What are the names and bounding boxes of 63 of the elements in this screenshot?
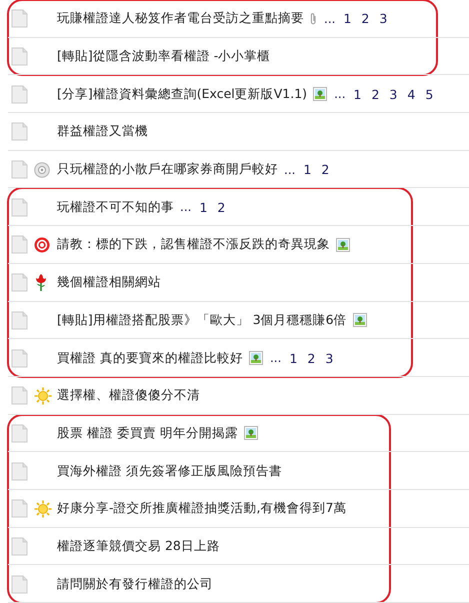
page-link[interactable]: 3 <box>389 86 398 102</box>
topic-title[interactable]: [轉貼]用權證搭配股票》「歐大」 3個月穩穩賺6倍 <box>57 312 347 329</box>
topic-title[interactable]: 股票 權證 委買賣 明年分開揭露 <box>57 424 238 442</box>
page-link[interactable]: 2 <box>361 11 370 26</box>
document-icon <box>11 499 28 518</box>
ellipsis: ... <box>334 87 346 102</box>
document-icon <box>11 310 28 330</box>
image-icon <box>244 426 258 440</box>
document-icon <box>11 273 28 292</box>
document-icon <box>11 9 28 28</box>
image-icon <box>313 87 328 102</box>
disc-icon <box>34 162 50 178</box>
document-icon <box>11 122 28 142</box>
image-icon <box>248 351 263 366</box>
page-link[interactable]: 3 <box>325 350 334 366</box>
topic-title[interactable]: 選擇權、權證傻傻分不清 <box>57 387 200 404</box>
document-icon <box>11 160 28 180</box>
page-link[interactable]: 1 <box>343 11 352 26</box>
page-link[interactable]: 2 <box>217 200 226 215</box>
topic-title[interactable]: 玩賺權證達人秘笈作者電台受訪之重點摘要 <box>57 10 304 28</box>
document-icon <box>11 386 28 406</box>
topic-title[interactable]: 幾個權證相關網站 <box>57 274 161 292</box>
document-icon <box>11 47 28 66</box>
document-icon <box>11 574 28 594</box>
topic-title[interactable]: 請教：標的下跌，認售權證不漲反跌的奇異現象 <box>57 236 330 254</box>
topic-title[interactable]: 只玩權證的小散戶在哪家券商開戶較好 <box>57 161 278 178</box>
lifebuoy-icon <box>34 236 50 253</box>
topic-title[interactable]: 玩權證不可不知的事 <box>57 198 174 216</box>
page-link[interactable]: 2 <box>321 162 330 178</box>
page-link[interactable]: 2 <box>307 350 316 366</box>
topic-title[interactable]: 好康分享-證交所推廣權證抽獎活動,有機會得到7萬 <box>57 500 346 518</box>
document-icon <box>11 84 28 104</box>
topic-title[interactable]: 買權證 真的要寶來的權證比較好 <box>57 350 243 367</box>
paperclip-icon <box>310 12 317 26</box>
page-link[interactable]: 1 <box>303 162 312 178</box>
image-icon <box>336 238 350 252</box>
topic-title[interactable]: 請問關於有發行權證的公司 <box>57 576 213 593</box>
topic-title[interactable]: [轉貼]從隱含波動率看權證 -小小掌櫃 <box>57 48 270 66</box>
document-icon <box>11 462 28 481</box>
ellipsis: ... <box>270 351 282 366</box>
page-link[interactable]: 1 <box>354 86 362 102</box>
page-link[interactable]: 2 <box>371 86 380 102</box>
topic-title[interactable]: 群益權證又當機 <box>57 123 148 140</box>
document-icon <box>11 424 28 443</box>
document-icon <box>11 348 28 368</box>
topic-title[interactable]: 權證逐筆競價交易 28日上路 <box>57 538 220 555</box>
page-link[interactable]: 3 <box>379 11 388 26</box>
ellipsis: ... <box>180 200 192 214</box>
document-icon <box>11 198 28 217</box>
image-icon <box>352 313 367 328</box>
ellipsis: ... <box>324 12 336 26</box>
document-icon <box>11 536 28 556</box>
document-icon <box>11 235 28 254</box>
page-link[interactable]: 1 <box>199 200 208 215</box>
sun-icon <box>34 386 52 405</box>
page-link[interactable]: 5 <box>425 86 434 102</box>
page-link[interactable]: 1 <box>289 350 298 366</box>
rose-icon <box>34 274 48 292</box>
ellipsis: ... <box>284 162 296 177</box>
topic-title[interactable]: [分享]權證資料彙總查詢(Excel更新版V1.1) <box>57 86 308 103</box>
page-link[interactable]: 4 <box>407 86 416 102</box>
sun-icon <box>34 500 52 518</box>
topic-title[interactable]: 買海外權證 須先簽署修正版風險預告書 <box>57 462 282 480</box>
